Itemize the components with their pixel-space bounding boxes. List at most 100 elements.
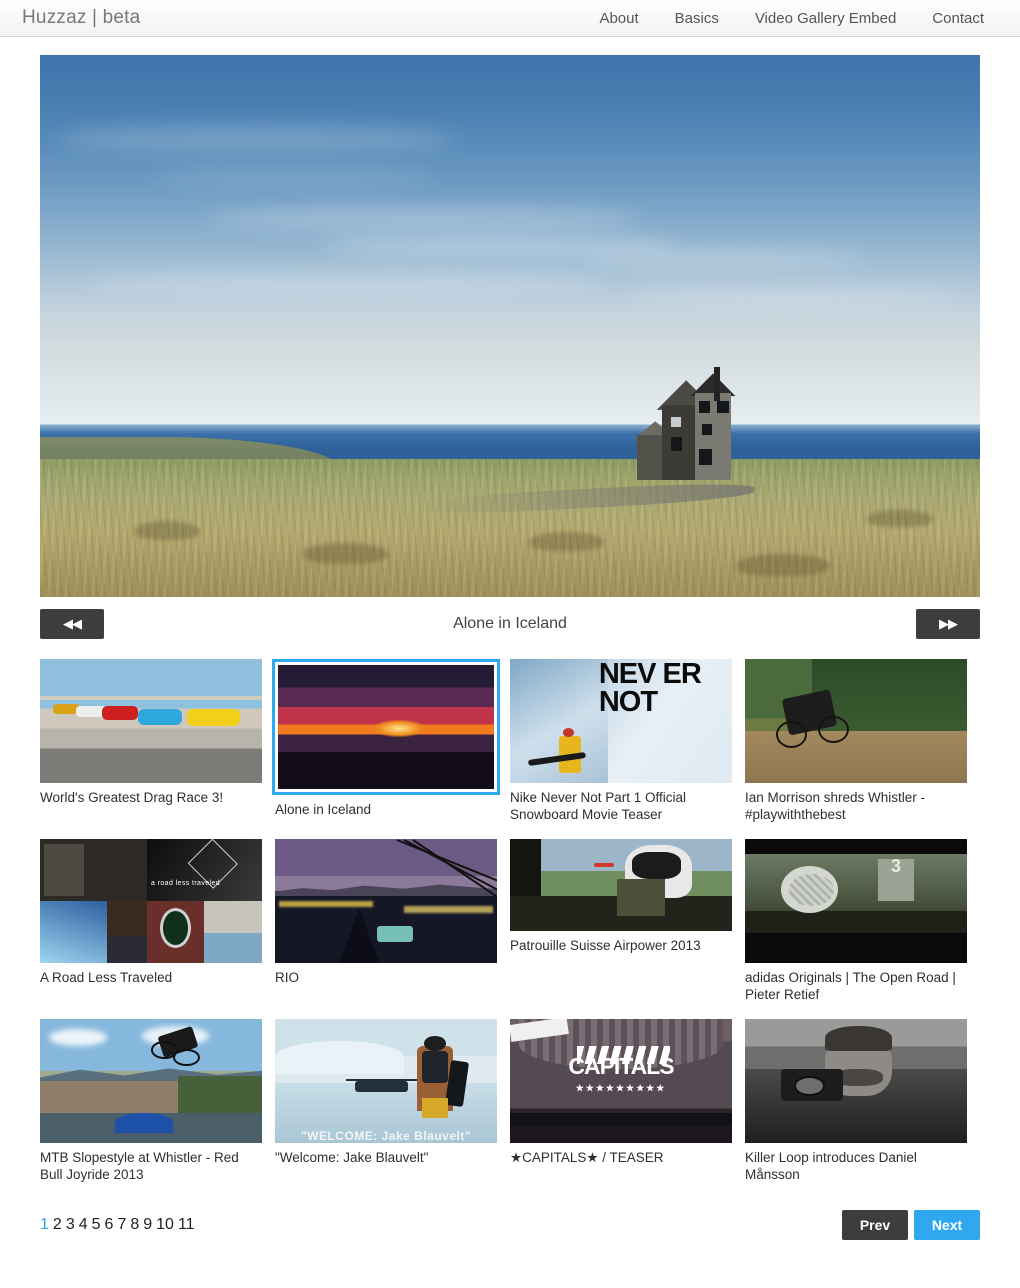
snow-pants — [421, 1098, 449, 1119]
thumbnail-drag-race[interactable] — [40, 659, 262, 783]
page-wrapper: ◀◀ Alone in Iceland ▶▶ World's Greatest … — [0, 55, 1020, 1245]
thumbnail-capitals-teaser[interactable]: CAPITALS ★★★★★★★★★ — [510, 1019, 732, 1143]
sponsor-bar — [510, 1125, 732, 1143]
nav-link-about[interactable]: About — [581, 10, 656, 27]
formation-jet — [594, 862, 615, 867]
page-link-11[interactable]: 11 — [178, 1216, 195, 1234]
runway-line — [40, 696, 262, 700]
page-link-8[interactable]: 8 — [130, 1216, 139, 1234]
thumbnail-image: CAPITALS ★★★★★★★★★ — [510, 1019, 732, 1143]
hero-cloud — [87, 271, 604, 297]
video-player-stage[interactable] — [40, 55, 980, 597]
pagination-prev-button[interactable]: Prev — [842, 1210, 908, 1240]
house-window — [701, 423, 712, 435]
gallery-item: Patrouille Suisse Airpower 2013 — [510, 839, 745, 1003]
page-link-7[interactable]: 7 — [117, 1216, 126, 1234]
thumbnail-caption: Ian Morrison shreds Whistler - #playwith… — [745, 790, 926, 822]
page-link-10[interactable]: 10 — [156, 1216, 174, 1234]
thumbnail-mtb-slopestyle[interactable] — [40, 1019, 262, 1143]
nav-link-contact[interactable]: Contact — [914, 10, 1002, 27]
hero-cloud — [209, 206, 642, 230]
gallery-item: World's Greatest Drag Race 3! — [40, 659, 275, 823]
player-controls: ◀◀ Alone in Iceland ▶▶ — [40, 607, 980, 641]
lens-circle — [159, 908, 191, 949]
thumbnail-alone-in-iceland[interactable] — [272, 659, 500, 795]
snow-dune — [275, 1041, 404, 1074]
current-video-title: Alone in Iceland — [453, 615, 567, 632]
photographer-hair — [824, 1026, 892, 1052]
thumbnail-killer-loop[interactable] — [745, 1019, 967, 1143]
hero-cloud — [152, 168, 435, 186]
hero-abandoned-house — [634, 366, 778, 481]
page-number-list: 1 2 3 4 5 6 7 8 9 10 11 — [40, 1216, 195, 1234]
never-not-overlay-text: NEV ER NOT — [598, 659, 702, 719]
car-shape — [102, 706, 138, 720]
bike-wheel — [173, 1048, 200, 1067]
thumbnail-image — [40, 659, 262, 783]
helicopter-rotor — [346, 1078, 422, 1081]
gallery-item: NEV ER NOT Nike Never Not Part 1 Officia… — [510, 659, 745, 823]
thumbnail-caption: A Road Less Traveled — [40, 970, 173, 985]
page-link-3[interactable]: 3 — [66, 1216, 75, 1234]
hero-grass-tuft — [134, 521, 200, 541]
road-less-traveled-overlay-text: a road less traveled — [151, 879, 221, 887]
car-shape — [137, 708, 183, 725]
thumbnail-adidas-open-road[interactable]: 3 — [745, 839, 967, 963]
gallery-item: CAPITALS ★★★★★★★★★ ★CAPITALS★ / TEASER — [510, 1019, 745, 1183]
page-link-9[interactable]: 9 — [143, 1216, 152, 1234]
city-lights — [279, 901, 373, 908]
collage-tile — [44, 843, 85, 897]
village-buildings — [40, 1081, 178, 1116]
gallery-item: MTB Slopestyle at Whistler - Red Bull Jo… — [40, 1019, 275, 1183]
treeline — [177, 1076, 262, 1116]
nav-link-basics[interactable]: Basics — [657, 10, 737, 27]
house-doorway — [698, 448, 712, 465]
page-link-4[interactable]: 4 — [79, 1216, 88, 1234]
hero-grass-tuft — [303, 542, 388, 565]
house-window — [717, 400, 729, 414]
thumbnail-caption: World's Greatest Drag Race 3! — [40, 790, 224, 805]
hero-grass-tuft — [528, 531, 604, 552]
thumbnail-image: 3 — [745, 839, 967, 963]
page-link-2[interactable]: 2 — [53, 1216, 62, 1234]
pagination-next-button[interactable]: Next — [914, 1210, 980, 1240]
hero-haze — [40, 336, 980, 424]
video-thumbnail-grid: World's Greatest Drag Race 3! Alone in I… — [40, 659, 980, 1199]
thumbnail-image — [40, 1019, 262, 1143]
collage-tile — [40, 901, 107, 963]
car-shape — [186, 708, 240, 726]
brand-logo[interactable]: Huzzaz | beta — [22, 7, 140, 29]
thumbnail-caption: Alone in Iceland — [275, 802, 372, 817]
helicopter — [354, 1081, 409, 1093]
house-chimney — [714, 366, 721, 401]
thumbnail-rio[interactable] — [275, 839, 497, 963]
hero-grass-tuft — [735, 553, 830, 577]
cloud — [48, 1028, 107, 1047]
gallery-item: Alone in Iceland — [272, 659, 510, 823]
thumbnail-caption: Patrouille Suisse Airpower 2013 — [510, 938, 701, 953]
city-lights — [403, 905, 493, 914]
nav-link-video-gallery-embed[interactable]: Video Gallery Embed — [737, 10, 914, 27]
thumbnail-image — [278, 665, 494, 789]
pilot-visor — [632, 851, 681, 880]
thumbnail-caption: RIO — [275, 970, 300, 985]
gallery-item: "WELCOME: Jake Blauvelt" "Welcome: Jake … — [275, 1019, 510, 1183]
thumbnail-caption: adidas Originals | The Open Road | Piete… — [745, 970, 956, 1002]
page-link-5[interactable]: 5 — [92, 1216, 101, 1234]
drum-pattern — [789, 873, 834, 906]
thumbnail-caption: MTB Slopestyle at Whistler - Red Bull Jo… — [40, 1150, 239, 1182]
page-link-6[interactable]: 6 — [105, 1216, 114, 1234]
thumbnail-road-less-traveled[interactable]: a road less traveled — [40, 839, 262, 963]
page-link-1[interactable]: 1 — [40, 1216, 49, 1234]
thumbnail-ian-morrison[interactable] — [745, 659, 967, 783]
thumbnail-never-not[interactable]: NEV ER NOT — [510, 659, 732, 783]
gallery-item: Killer Loop introduces Daniel Månsson — [745, 1019, 980, 1183]
pagination-buttons: Prev Next — [842, 1210, 980, 1240]
thumbnail-image — [745, 1019, 967, 1143]
thumbnail-image: "WELCOME: Jake Blauvelt" — [275, 1019, 497, 1143]
thumbnail-image: NEV ER NOT — [510, 659, 732, 783]
thumbnail-welcome-jake-blauvelt[interactable]: "WELCOME: Jake Blauvelt" — [275, 1019, 497, 1143]
red-bull-arch — [115, 1113, 174, 1134]
thumbnail-patrouille-suisse[interactable] — [510, 839, 732, 931]
house-window — [698, 400, 711, 414]
